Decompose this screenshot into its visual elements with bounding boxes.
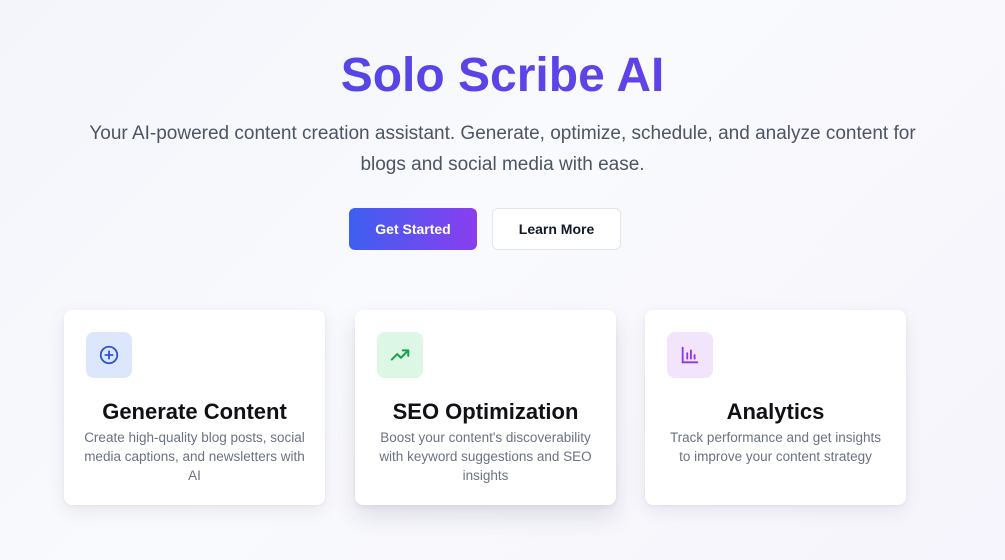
- feature-card-generate-content: Generate Content Create high-quality blo…: [64, 310, 325, 505]
- trending-up-icon: [377, 332, 423, 378]
- page-title: Solo Scribe AI: [0, 46, 1005, 106]
- bar-chart-icon: [667, 332, 713, 378]
- feature-title: SEO Optimization: [392, 399, 579, 424]
- feature-card-analytics: Analytics Track performance and get insi…: [645, 310, 906, 505]
- feature-description: Track performance and get insights to im…: [669, 430, 882, 464]
- feature-title: Generate Content: [102, 399, 287, 424]
- get-started-button[interactable]: Get Started: [349, 208, 477, 250]
- feature-card-seo-optimization: SEO Optimization Boost your content's di…: [355, 310, 616, 505]
- plus-circle-icon: [86, 332, 132, 378]
- feature-description: Create high-quality blog posts, social m…: [84, 430, 305, 483]
- hero-subtitle: Your AI-powered content creation assista…: [89, 123, 916, 175]
- feature-description: Boost your content's discoverability wit…: [379, 430, 592, 483]
- feature-title: Analytics: [726, 399, 825, 424]
- learn-more-button[interactable]: Learn More: [492, 208, 621, 250]
